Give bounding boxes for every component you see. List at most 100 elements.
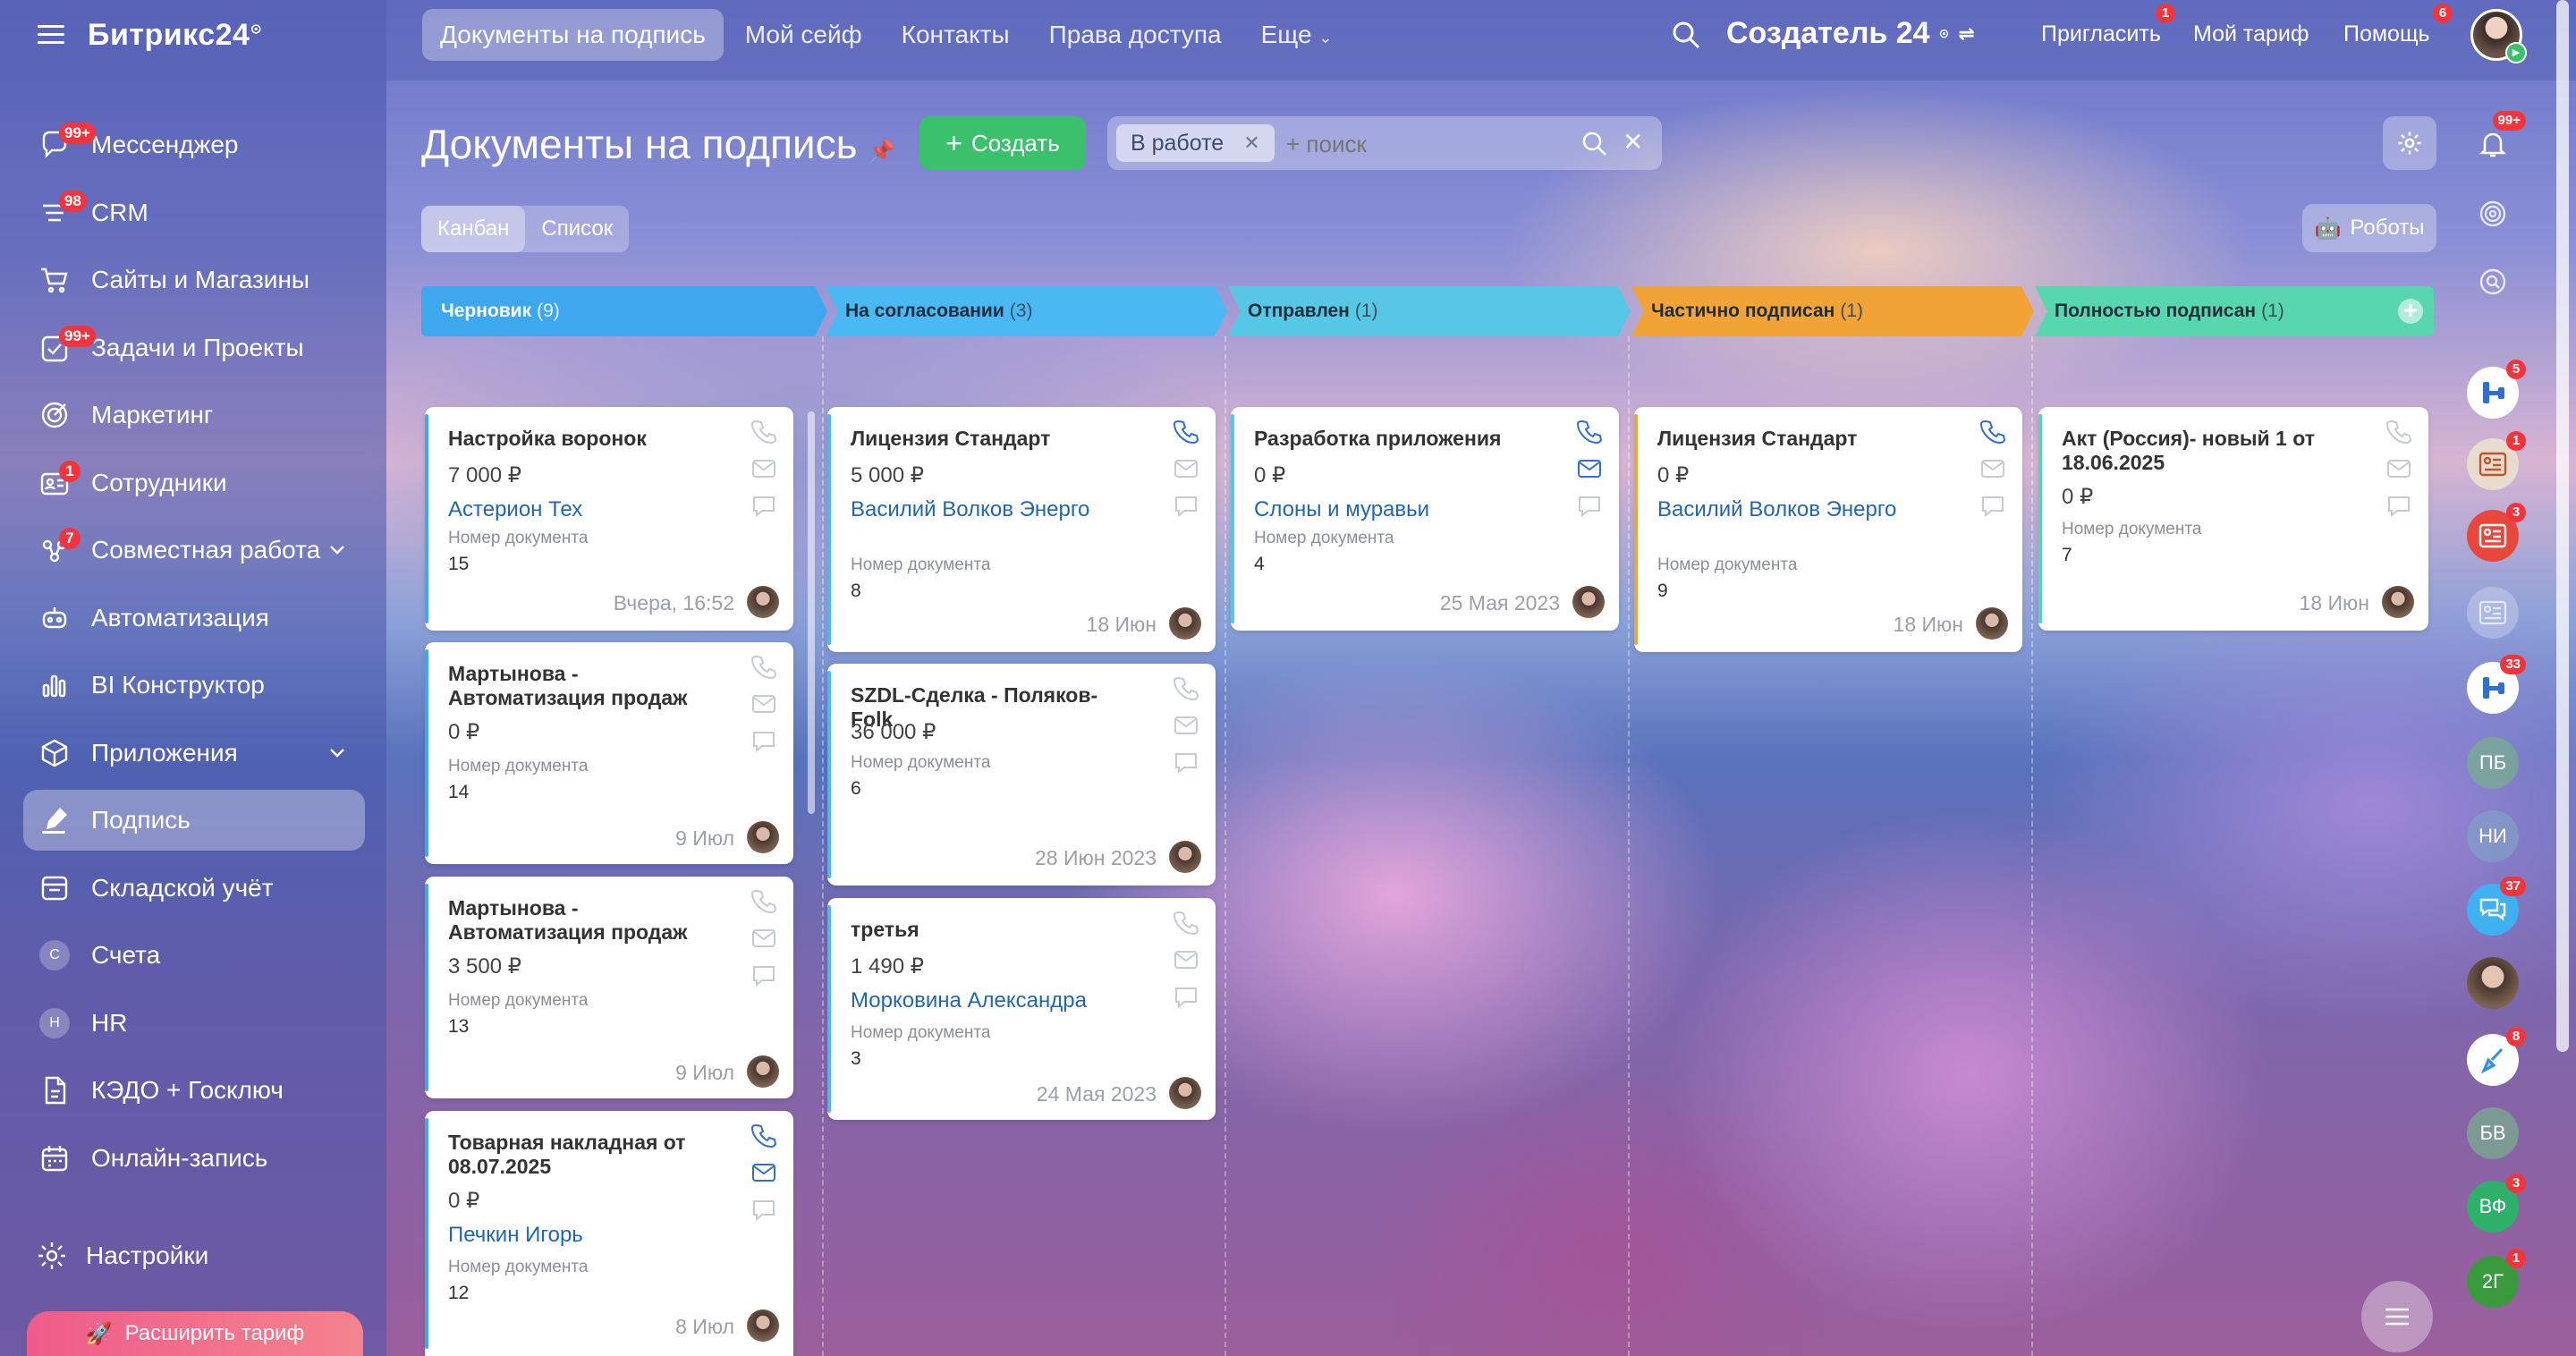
card-title[interactable]: Мартынова - Автоматизация продаж: [448, 662, 734, 710]
sidebar-item-bi[interactable]: BI Конструктор: [23, 655, 365, 716]
phone-icon[interactable]: [750, 653, 777, 680]
chevron-down-icon[interactable]: [327, 742, 347, 762]
phone-icon[interactable]: [1173, 909, 1199, 936]
upgrade-tariff-button[interactable]: 🚀 Расширить тариф: [27, 1311, 363, 1356]
contact-card-icon[interactable]: 3: [2467, 503, 2526, 562]
contact-card-icon[interactable]: 1: [2467, 431, 2526, 490]
sidebar-item-marketing[interactable]: Маркетинг: [23, 385, 365, 445]
avatar[interactable]: [747, 586, 779, 618]
close-icon[interactable]: ✕: [1243, 131, 1259, 155]
card-client[interactable]: Печкин Игорь: [448, 1222, 716, 1248]
avatar-initials[interactable]: ПБ: [2467, 737, 2519, 789]
avatar[interactable]: [747, 1055, 779, 1088]
phone-icon[interactable]: [750, 1122, 777, 1148]
card-client[interactable]: Астерион Тех: [448, 496, 716, 522]
sidebar-item-tasks[interactable]: 99+ Задачи и Проекты: [23, 318, 365, 378]
avatar-initials[interactable]: ВФ 3: [2467, 1174, 2526, 1233]
deal-card[interactable]: Товарная накладная от 08.07.2025 0 ₽ Печ…: [425, 1111, 793, 1356]
invite-link[interactable]: Пригласить 1: [2041, 4, 2175, 47]
comment-icon[interactable]: [2385, 493, 2412, 520]
comment-icon[interactable]: [750, 1197, 777, 1224]
search-icon[interactable]: [1581, 131, 1608, 157]
mail-icon[interactable]: [750, 691, 777, 717]
deal-card[interactable]: Лицензия Стандарт 0 ₽ Василий Волков Эне…: [1634, 407, 2022, 652]
sidebar-item-employees[interactable]: 1 Сотрудники: [23, 453, 365, 513]
mail-icon[interactable]: [750, 1159, 777, 1186]
sidebar-item-sign[interactable]: Подпись: [23, 790, 365, 851]
portal-title[interactable]: Создатель 24 ⊙ ⇌: [1726, 16, 1975, 51]
card-title[interactable]: Акт (Россия)- новый 1 от 18.06.2025: [2062, 427, 2348, 475]
sidebar-item-apps[interactable]: Приложения: [23, 723, 365, 784]
sidebar-item-settings[interactable]: Настройки: [36, 1240, 208, 1272]
mail-icon[interactable]: [750, 455, 777, 482]
column-header-partial[interactable]: Частично подписан (1): [1631, 286, 2025, 336]
chevron-down-icon[interactable]: [327, 539, 347, 559]
comment-icon[interactable]: [1173, 984, 1199, 1011]
flow-icon[interactable]: 5: [2467, 360, 2526, 419]
avatar[interactable]: [2467, 957, 2519, 1009]
avatar[interactable]: [747, 821, 779, 853]
deal-card[interactable]: Мартынова - Автоматизация продаж 3 500 ₽…: [425, 877, 793, 1098]
mail-icon[interactable]: [1576, 455, 1603, 482]
clear-icon[interactable]: ✕: [1623, 127, 1643, 157]
deal-card[interactable]: SZDL-Сделка - Поляков-Folk 36 000 ₽ Номе…: [827, 664, 1216, 886]
mail-icon[interactable]: [1979, 455, 2006, 482]
column-header-signed[interactable]: Полностью подписан (1) +: [2035, 286, 2434, 336]
comment-icon[interactable]: [1173, 750, 1199, 776]
phone-icon[interactable]: [2385, 418, 2412, 445]
sidebar-item-hr[interactable]: H HR: [23, 993, 365, 1054]
tab-my-safe[interactable]: Мой сейф: [727, 9, 880, 61]
logo[interactable]: Битрикс24⊙: [88, 18, 262, 53]
deal-card[interactable]: третья 1 490 ₽ Морковина Александра Номе…: [827, 898, 1216, 1120]
mail-icon[interactable]: [2385, 455, 2412, 482]
sidebar-item-invoices[interactable]: С Счета: [23, 925, 365, 986]
my-tariff-link[interactable]: Мой тариф: [2193, 21, 2309, 47]
column-header-sent[interactable]: Отправлен (1): [1228, 286, 1622, 336]
column-scrollbar[interactable]: [808, 411, 815, 814]
card-client[interactable]: Слоны и муравьи: [1254, 496, 1522, 522]
comment-icon[interactable]: [1979, 493, 2006, 520]
avatar[interactable]: [1976, 607, 2008, 640]
avatar[interactable]: [1169, 841, 1201, 873]
deal-card[interactable]: Акт (Россия)- новый 1 от 18.06.2025 0 ₽ …: [2038, 407, 2428, 631]
contact-card-icon[interactable]: [2467, 587, 2519, 639]
broom-icon[interactable]: 8: [2467, 1027, 2526, 1086]
menu-burger-icon[interactable]: [38, 25, 64, 45]
settings-button[interactable]: [2383, 116, 2436, 170]
deal-card[interactable]: Разработка приложения 0 ₽ Слоны и муравь…: [1231, 407, 1619, 631]
add-column-button[interactable]: +: [2398, 298, 2423, 324]
phone-icon[interactable]: [750, 887, 777, 914]
card-title[interactable]: Лицензия Стандарт: [851, 427, 1137, 451]
mail-icon[interactable]: [1173, 946, 1199, 973]
create-button[interactable]: + Создать: [919, 116, 1086, 170]
avatar[interactable]: [1169, 607, 1201, 640]
search-chat-icon[interactable]: [2467, 256, 2519, 308]
chat-bubbles-icon[interactable]: 37: [2467, 877, 2526, 936]
tab-more[interactable]: Еще ⌄: [1243, 9, 1351, 61]
avatar[interactable]: ▶: [2470, 9, 2527, 64]
phone-icon[interactable]: [1173, 674, 1199, 701]
column-header-draft[interactable]: Черновик (9): [421, 286, 815, 336]
help-link[interactable]: Помощь 6: [2343, 4, 2453, 47]
filter-chip[interactable]: В работе ✕: [1116, 124, 1275, 162]
card-title[interactable]: Разработка приложения: [1254, 427, 1540, 451]
search-icon[interactable]: [1671, 20, 1701, 50]
avatar-initials[interactable]: БВ: [2467, 1107, 2519, 1159]
sidebar-item-warehouse[interactable]: Складской учёт: [23, 858, 365, 919]
tab-access-rights[interactable]: Права доступа: [1031, 9, 1240, 61]
avatar[interactable]: [1572, 586, 1605, 618]
sidebar-item-messenger[interactable]: 99+ Мессенджер: [23, 114, 365, 175]
notifications-bell-icon[interactable]: 99+: [2467, 111, 2526, 170]
sidebar-item-sites[interactable]: Сайты и Магазины: [23, 250, 365, 310]
search-input[interactable]: [1286, 131, 1555, 158]
sidebar-item-kedo[interactable]: КЭДО + Госключ: [23, 1060, 365, 1121]
card-title[interactable]: Настройка воронок: [448, 427, 734, 451]
card-client[interactable]: Василий Волков Энерго: [851, 496, 1119, 522]
comment-icon[interactable]: [750, 962, 777, 989]
robots-button[interactable]: 🤖 Роботы: [2302, 204, 2436, 252]
comment-icon[interactable]: [750, 728, 777, 755]
sidebar-item-automation[interactable]: Автоматизация: [23, 588, 365, 648]
deal-card[interactable]: Лицензия Стандарт 5 000 ₽ Василий Волков…: [827, 407, 1216, 652]
avatar[interactable]: [2382, 586, 2414, 618]
sidebar-item-collaboration[interactable]: 7 Совместная работа: [23, 520, 365, 581]
